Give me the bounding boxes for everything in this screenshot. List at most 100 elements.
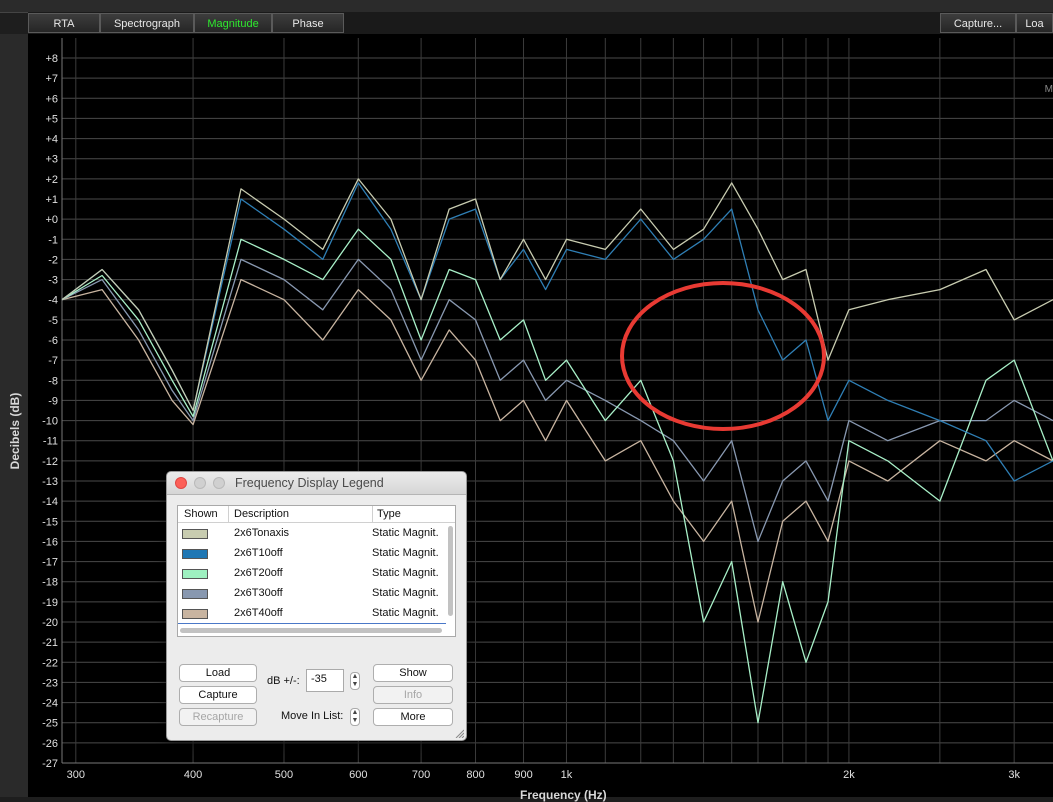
- more-button[interactable]: More: [373, 708, 453, 726]
- y-tick-label: -10: [42, 416, 58, 428]
- db-range-field[interactable]: -35: [306, 669, 344, 692]
- table-row[interactable]: 2x6T10off Static Magnit.: [178, 544, 446, 564]
- column-header-type[interactable]: Type: [373, 506, 455, 523]
- y-axis-panel: Decibels (dB): [0, 34, 28, 797]
- chevron-down-icon[interactable]: ▼: [352, 717, 359, 724]
- resize-grip-icon[interactable]: [454, 728, 464, 738]
- move-in-list-label: Move In List:: [281, 710, 344, 722]
- x-axis-label: Frequency (Hz): [520, 788, 607, 802]
- y-tick-label: +2: [45, 174, 58, 186]
- color-swatch[interactable]: [182, 529, 208, 539]
- y-tick-label: -21: [42, 637, 58, 649]
- close-icon[interactable]: [175, 477, 187, 489]
- x-tick-label: 400: [184, 769, 202, 781]
- x-tick-label: 900: [514, 769, 532, 781]
- series-line-2x6Tonaxis: [61, 178, 1053, 412]
- row-description: 2x6T40off: [234, 607, 283, 619]
- highlight-ellipse: [620, 281, 826, 431]
- y-tick-label: +3: [45, 154, 58, 166]
- y-tick-label: -6: [48, 335, 58, 347]
- db-range-stepper[interactable]: ▲ ▼: [350, 672, 360, 690]
- y-tick-label: +1: [45, 194, 58, 206]
- move-in-list-stepper[interactable]: ▲ ▼: [350, 708, 360, 726]
- y-tick-label: +7: [45, 73, 58, 85]
- row-type: Static Magnit.: [372, 527, 439, 539]
- x-tick-label: 300: [67, 769, 85, 781]
- x-tick-label: 800: [466, 769, 484, 781]
- chevron-down-icon[interactable]: ▼: [352, 681, 359, 688]
- tab-magnitude[interactable]: Magnitude: [194, 13, 272, 33]
- y-tick-label: +4: [45, 134, 58, 146]
- y-tick-label: -26: [42, 738, 58, 750]
- y-tick-label: -13: [42, 476, 58, 488]
- x-tick-label: 1k: [561, 769, 573, 781]
- y-tick-label: -16: [42, 536, 58, 548]
- y-tick-label: -19: [42, 597, 58, 609]
- chevron-up-icon[interactable]: ▲: [352, 709, 359, 716]
- show-button[interactable]: Show: [373, 664, 453, 682]
- y-tick-label: -25: [42, 718, 58, 730]
- load-tab-button[interactable]: Loa: [1016, 13, 1053, 33]
- vertical-scrollbar[interactable]: [448, 526, 453, 616]
- y-tick-label: -27: [42, 758, 58, 770]
- x-tick-label: 3k: [1008, 769, 1020, 781]
- x-tick-label: 600: [349, 769, 367, 781]
- tab-rta[interactable]: RTA: [28, 13, 100, 33]
- row-description: 2x6Tonaxis: [234, 527, 290, 539]
- row-type: Static Magnit.: [372, 607, 439, 619]
- y-tick-label: +5: [45, 113, 58, 125]
- horizontal-scrollbar[interactable]: [180, 628, 442, 633]
- x-tick-label: 700: [412, 769, 430, 781]
- row-type: Static Magnit.: [372, 547, 439, 559]
- zoom-icon[interactable]: [213, 477, 225, 489]
- frequency-display-legend-window[interactable]: Frequency Display Legend Shown Descripti…: [166, 471, 467, 741]
- legend-title: Frequency Display Legend: [235, 476, 384, 490]
- color-swatch[interactable]: [182, 609, 208, 619]
- info-button[interactable]: Info: [373, 686, 453, 704]
- view-tab-bar: RTA Spectrograph Magnitude Phase Capture…: [28, 12, 1053, 34]
- y-tick-label: -17: [42, 557, 58, 569]
- table-row[interactable]: 2x6T40off Static Magnit.: [178, 604, 446, 624]
- load-button[interactable]: Load: [179, 664, 257, 682]
- y-tick-label: -1: [48, 234, 58, 246]
- y-tick-label: +6: [45, 93, 58, 105]
- y-axis-label: Decibels (dB): [8, 392, 22, 470]
- column-header-shown[interactable]: Shown: [178, 506, 229, 523]
- y-tick-label: -14: [42, 496, 58, 508]
- capture-button[interactable]: Capture: [179, 686, 257, 704]
- table-row[interactable]: 2x6T20off Static Magnit.: [178, 564, 446, 584]
- color-swatch[interactable]: [182, 589, 208, 599]
- table-row[interactable]: 2x6T30off Static Magnit.: [178, 584, 446, 604]
- legend-title-bar[interactable]: Frequency Display Legend: [167, 472, 466, 495]
- y-tick-label: -11: [43, 436, 58, 448]
- x-tick-label: 2k: [843, 769, 855, 781]
- y-tick-label: +8: [45, 53, 58, 65]
- y-tick-label: -23: [42, 677, 58, 689]
- tab-phase[interactable]: Phase: [272, 13, 344, 33]
- y-tick-label: -12: [42, 456, 58, 468]
- column-header-description[interactable]: Description: [229, 506, 373, 523]
- table-row[interactable]: 2x6Tonaxis Static Magnit.: [178, 524, 446, 544]
- chevron-up-icon[interactable]: ▲: [352, 673, 359, 680]
- color-swatch[interactable]: [182, 569, 208, 579]
- y-tick-label: -15: [42, 516, 58, 528]
- row-description: 2x6T20off: [234, 567, 283, 579]
- recapture-button[interactable]: Recapture: [179, 708, 257, 726]
- db-range-label: dB +/-:: [267, 675, 300, 687]
- y-tick-label: -9: [48, 395, 58, 407]
- color-swatch[interactable]: [182, 549, 208, 559]
- row-divider: [178, 623, 446, 624]
- y-tick-label: -22: [42, 657, 58, 669]
- y-tick-label: -5: [48, 315, 58, 327]
- y-tick-label: -20: [42, 617, 58, 629]
- row-type: Static Magnit.: [372, 567, 439, 579]
- row-description: 2x6T30off: [234, 587, 283, 599]
- tab-spectrograph[interactable]: Spectrograph: [100, 13, 194, 33]
- y-tick-label: -18: [42, 577, 58, 589]
- corner-marker: M: [1044, 84, 1053, 95]
- legend-table[interactable]: Shown Description Type 2x6Tonaxis Static…: [177, 505, 456, 637]
- minimize-icon[interactable]: [194, 477, 206, 489]
- x-tick-label: 500: [275, 769, 293, 781]
- row-type: Static Magnit.: [372, 587, 439, 599]
- capture-tab-button[interactable]: Capture...: [940, 13, 1016, 33]
